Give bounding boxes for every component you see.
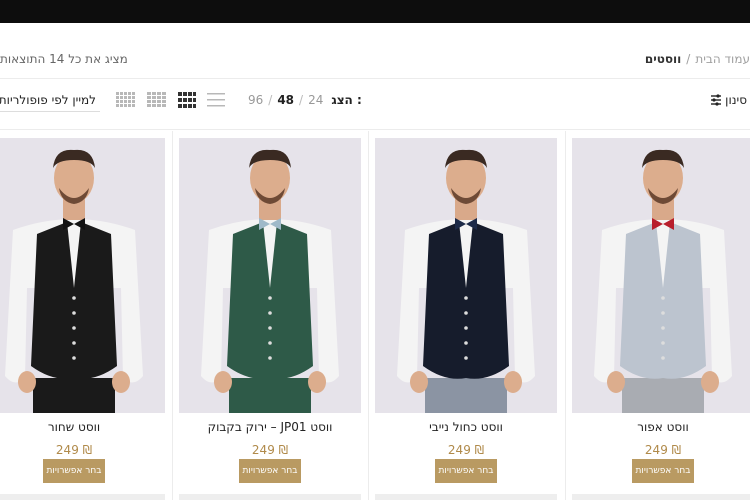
breadcrumb-home-link[interactable]: עמוד הבית xyxy=(695,52,750,66)
vest-button xyxy=(464,326,468,330)
filter-icon xyxy=(711,94,722,106)
product-card[interactable]: ווסט שחור 249 ₪ בחר אפשרויות xyxy=(0,131,172,491)
vest-button xyxy=(268,296,272,300)
vest-button xyxy=(72,296,76,300)
per-page-option-48[interactable]: 48 xyxy=(277,93,294,107)
model-hand-left xyxy=(214,371,232,393)
model-pants xyxy=(425,378,507,413)
breadcrumb-separator: / xyxy=(686,52,691,66)
model-hand-right xyxy=(504,371,522,393)
vest-button xyxy=(268,326,272,330)
model-pants xyxy=(33,378,115,413)
product-price: 249 ₪ xyxy=(644,443,682,457)
vest-button xyxy=(72,311,76,315)
product-name[interactable]: ווסט אפור xyxy=(565,420,750,434)
vest-button xyxy=(661,356,665,360)
select-options-button[interactable]: בחר אפשרויות xyxy=(632,459,694,483)
next-row-image-edge xyxy=(375,494,557,500)
vest-button xyxy=(464,311,468,315)
model-hand-right xyxy=(308,371,326,393)
vest-button xyxy=(661,296,665,300)
sort-select[interactable]: למיין לפי פופולריות xyxy=(0,90,100,112)
top-bar xyxy=(0,0,750,23)
breadcrumb: עמוד הבית / ווסטים xyxy=(645,52,750,66)
model-hand-left xyxy=(18,371,36,393)
model-figure xyxy=(375,138,557,413)
vest-button xyxy=(464,356,468,360)
per-page-separator: / xyxy=(299,93,304,107)
vest-button xyxy=(268,341,272,345)
product-image[interactable] xyxy=(0,138,165,413)
per-page-label: הצג : xyxy=(331,93,362,107)
vest-button xyxy=(464,341,468,345)
per-page-option-24[interactable]: 24 xyxy=(308,93,323,107)
model-hand-left xyxy=(607,371,625,393)
model-hand-left xyxy=(410,371,428,393)
shop-toolbar: למיין לפי פופולריות 96 / 48 / 24 הצג: ס… xyxy=(0,80,750,130)
model-pants xyxy=(622,378,704,413)
grid-4-icon[interactable] xyxy=(116,92,136,108)
product-name[interactable]: ווסט שחור xyxy=(0,420,172,434)
vest-button xyxy=(268,356,272,360)
model-pants xyxy=(229,378,311,413)
select-options-button[interactable]: בחר אפשרויות xyxy=(239,459,301,483)
product-image[interactable] xyxy=(179,138,361,413)
product-card[interactable]: ווסט אפור 249 ₪ בחר אפשרויות xyxy=(565,131,750,491)
model-figure xyxy=(179,138,361,413)
product-price: 249 ₪ xyxy=(55,443,93,457)
product-name[interactable]: ווסט JP01 – ירוק בקבוק xyxy=(172,420,368,434)
vest-button xyxy=(661,326,665,330)
per-page-separator: / xyxy=(268,93,273,107)
filter-label: סינון xyxy=(725,93,747,107)
model-figure xyxy=(572,138,750,413)
vest-button xyxy=(72,326,76,330)
list-view-icon[interactable] xyxy=(207,92,225,108)
vest-button xyxy=(464,296,468,300)
next-row-image-edge xyxy=(572,494,750,500)
grid-3-icon[interactable] xyxy=(147,92,167,108)
model-hand-right xyxy=(701,371,719,393)
next-row-image-edge xyxy=(179,494,361,500)
grid-2-icon[interactable] xyxy=(178,92,196,108)
vest-button xyxy=(72,356,76,360)
select-options-button[interactable]: בחר אפשרויות xyxy=(43,459,105,483)
filter-button[interactable]: סינון xyxy=(711,93,747,107)
product-card[interactable]: ווסט JP01 – ירוק בקבוק 249 ₪ בחר אפשרויו… xyxy=(172,131,368,491)
model-figure xyxy=(0,138,165,413)
results-count: מציג את כל 14 התוצאות xyxy=(0,52,128,66)
product-card[interactable]: ווסט כחול נייבי 249 ₪ בחר אפשרויות xyxy=(368,131,564,491)
product-price: 249 ₪ xyxy=(251,443,289,457)
view-switcher xyxy=(116,91,225,109)
select-options-button[interactable]: בחר אפשרויות xyxy=(435,459,497,483)
model-hand-right xyxy=(112,371,130,393)
product-price: 249 ₪ xyxy=(447,443,485,457)
breadcrumb-row: מציג את כל 14 התוצאות עמוד הבית / ווסטים xyxy=(0,23,750,79)
product-image[interactable] xyxy=(375,138,557,413)
per-page-option-96[interactable]: 96 xyxy=(248,93,263,107)
product-image[interactable] xyxy=(572,138,750,413)
vest-button xyxy=(661,341,665,345)
per-page-selector: 96 / 48 / 24 הצג : xyxy=(248,93,362,107)
breadcrumb-current: ווסטים xyxy=(644,52,682,66)
product-name[interactable]: ווסט כחול נייבי xyxy=(368,420,564,434)
next-row-image-edge xyxy=(0,494,165,500)
vest-button xyxy=(72,341,76,345)
vest-button xyxy=(268,311,272,315)
vest-button xyxy=(661,311,665,315)
